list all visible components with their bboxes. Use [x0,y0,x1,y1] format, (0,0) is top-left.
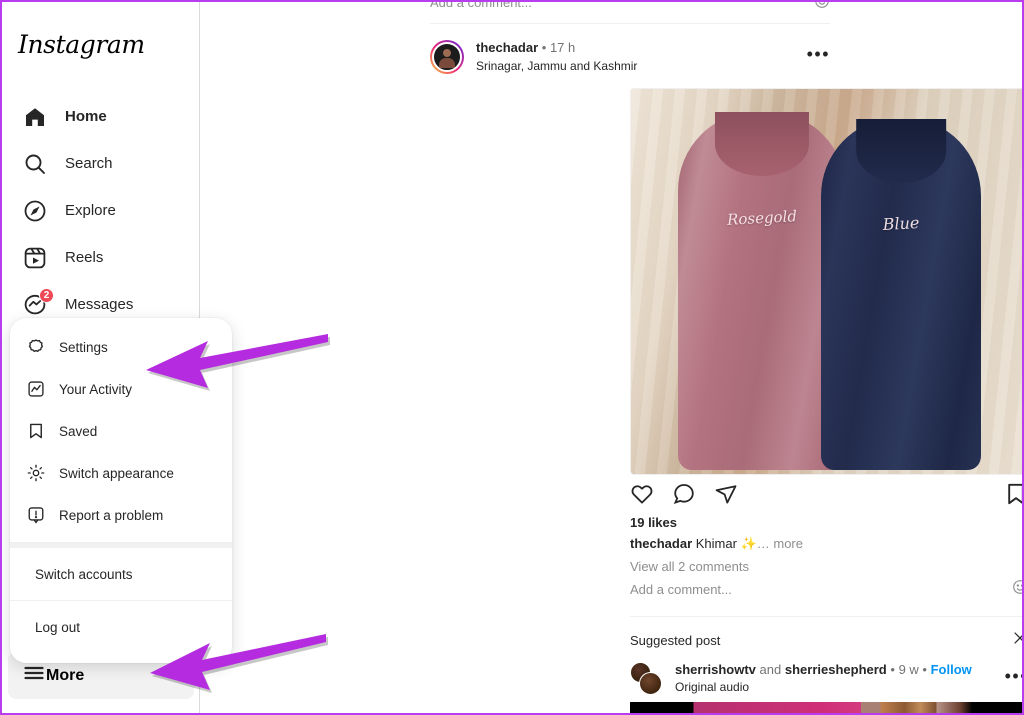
suggested-post-text: sherrishowtv and sherrieshepherd • 9 w •… [675,662,972,695]
garment-script-label: Blue [882,212,920,234]
sidebar-item-label: Messages [65,296,134,313]
post-meta-line: thechadar • 17 h [476,40,637,56]
follow-button[interactable]: Follow [931,662,972,677]
sidebar-item-label: Search [65,155,113,172]
sidebar-item-label: Reels [65,249,104,266]
instagram-logo[interactable]: Instagram [18,30,145,59]
caption-more-link[interactable]: more [773,536,803,551]
add-comment-row[interactable]: Add a comment... [630,579,1022,600]
menu-bottom-padding [10,653,232,663]
comment-icon[interactable] [672,482,696,511]
bookmark-icon [26,422,45,441]
more-options-icon[interactable]: ••• [1005,667,1022,687]
menu-item-label: Report a problem [59,507,164,523]
suggested-account-primary[interactable]: sherrishowtv [675,662,756,677]
suggested-post-title: Suggested post [630,632,721,648]
suggested-conjunction: and [759,662,782,678]
post-timestamp: 17 h [549,40,576,56]
gear-icon [26,338,45,357]
menu-item-report-a-problem[interactable]: Report a problem [10,494,232,536]
menu-item-log-out[interactable]: Log out [10,601,232,653]
heart-icon[interactable] [630,482,654,511]
home-icon [22,104,48,130]
search-icon [22,151,48,177]
sidebar-item-search[interactable]: Search [8,140,194,187]
post-caption: thechadar Khimar ✨… more [630,536,1022,552]
post-header: thechadar • 17 h Srinagar, Jammu and Kas… [430,35,830,79]
activity-icon [26,380,45,399]
suggested-audio-label[interactable]: Original audio [675,680,972,696]
sidebar-item-explore[interactable]: Explore [8,187,194,234]
post-meta-separator: • [541,40,547,56]
hamburger-icon [22,661,46,690]
menu-item-your-activity[interactable]: Your Activity [10,368,232,410]
add-comment-placeholder: Add a comment... [630,581,732,597]
post-separator [430,23,830,24]
menu-item-label: Saved [59,423,98,439]
menu-item-switch-appearance[interactable]: Switch appearance [10,452,232,494]
more-options-icon[interactable]: ••• [807,45,830,65]
more-button-label: More [46,666,85,684]
reels-icon [22,245,48,271]
menu-item-label: Switch appearance [59,465,174,481]
menu-item-label: Settings [59,339,108,355]
add-comment-placeholder: Add a comment... [430,2,532,10]
suggested-meta-separator-2: • [922,662,927,678]
view-all-comments-link[interactable]: View all 2 comments [630,559,749,574]
menu-item-label: Log out [35,619,81,635]
feed-column: Add a comment... thechadar • 17 h Srinag… [201,2,1022,713]
bookmark-icon[interactable] [1004,482,1022,511]
suggested-timestamp: 9 w [898,662,919,678]
suggested-post-account-row: sherrishowtv and sherrieshepherd • 9 w •… [630,660,1022,698]
garment-blue: Blue [821,119,981,470]
caption-username[interactable]: thechadar [630,536,692,551]
instagram-window: Instagram Home Search Explore Reels 2 Me… [0,0,1024,715]
menu-item-switch-accounts[interactable]: Switch accounts [10,548,232,600]
sidebar-item-label: Home [65,108,107,125]
compass-icon [22,198,48,224]
emoji-icon[interactable] [814,2,830,12]
avatar[interactable] [630,662,664,696]
sun-icon [26,464,45,483]
menu-item-settings[interactable]: Settings [10,326,232,368]
sidebar-nav-list: Home Search Explore Reels 2 Messages [2,93,200,328]
post-location[interactable]: Srinagar, Jammu and Kashmir [476,59,637,74]
suggested-post-media-preview[interactable] [630,702,1022,713]
previous-post-add-comment-row[interactable]: Add a comment... [430,2,830,12]
suggested-account-secondary[interactable]: sherrieshepherd [785,662,887,677]
share-icon[interactable] [714,482,738,511]
menu-item-label: Switch accounts [35,566,133,582]
suggested-post-separator [630,616,1022,617]
post-image[interactable]: Rosegold Blue [630,88,1022,475]
avatar[interactable] [430,40,464,74]
emoji-icon[interactable] [1012,579,1022,600]
suggested-post-meta-line: sherrishowtv and sherrieshepherd • 9 w •… [675,662,972,679]
caption-text: Khimar ✨ [695,536,757,551]
menu-item-saved[interactable]: Saved [10,410,232,452]
close-icon[interactable] [1012,630,1022,651]
garment-script-label: Rosegold [726,206,798,229]
post-likes-count[interactable]: 19 likes [630,515,677,530]
post-action-bar [630,482,1022,511]
report-icon [26,506,45,525]
messages-unread-badge: 2 [39,287,54,303]
sidebar-item-home[interactable]: Home [8,93,194,140]
more-dropdown-menu: Settings Your Activity Saved Switch appe… [10,318,232,663]
caption-ellipsis: … [756,536,770,551]
menu-item-label: Your Activity [59,381,133,397]
sidebar-item-reels[interactable]: Reels [8,234,194,281]
post-username[interactable]: thechadar [476,40,538,55]
suggested-post-header: Suggested post [630,630,1022,651]
messenger-icon: 2 [22,287,54,318]
post-header-text: thechadar • 17 h Srinagar, Jammu and Kas… [476,40,637,73]
sidebar-item-label: Explore [65,202,116,219]
suggested-meta-separator: • [890,662,895,678]
